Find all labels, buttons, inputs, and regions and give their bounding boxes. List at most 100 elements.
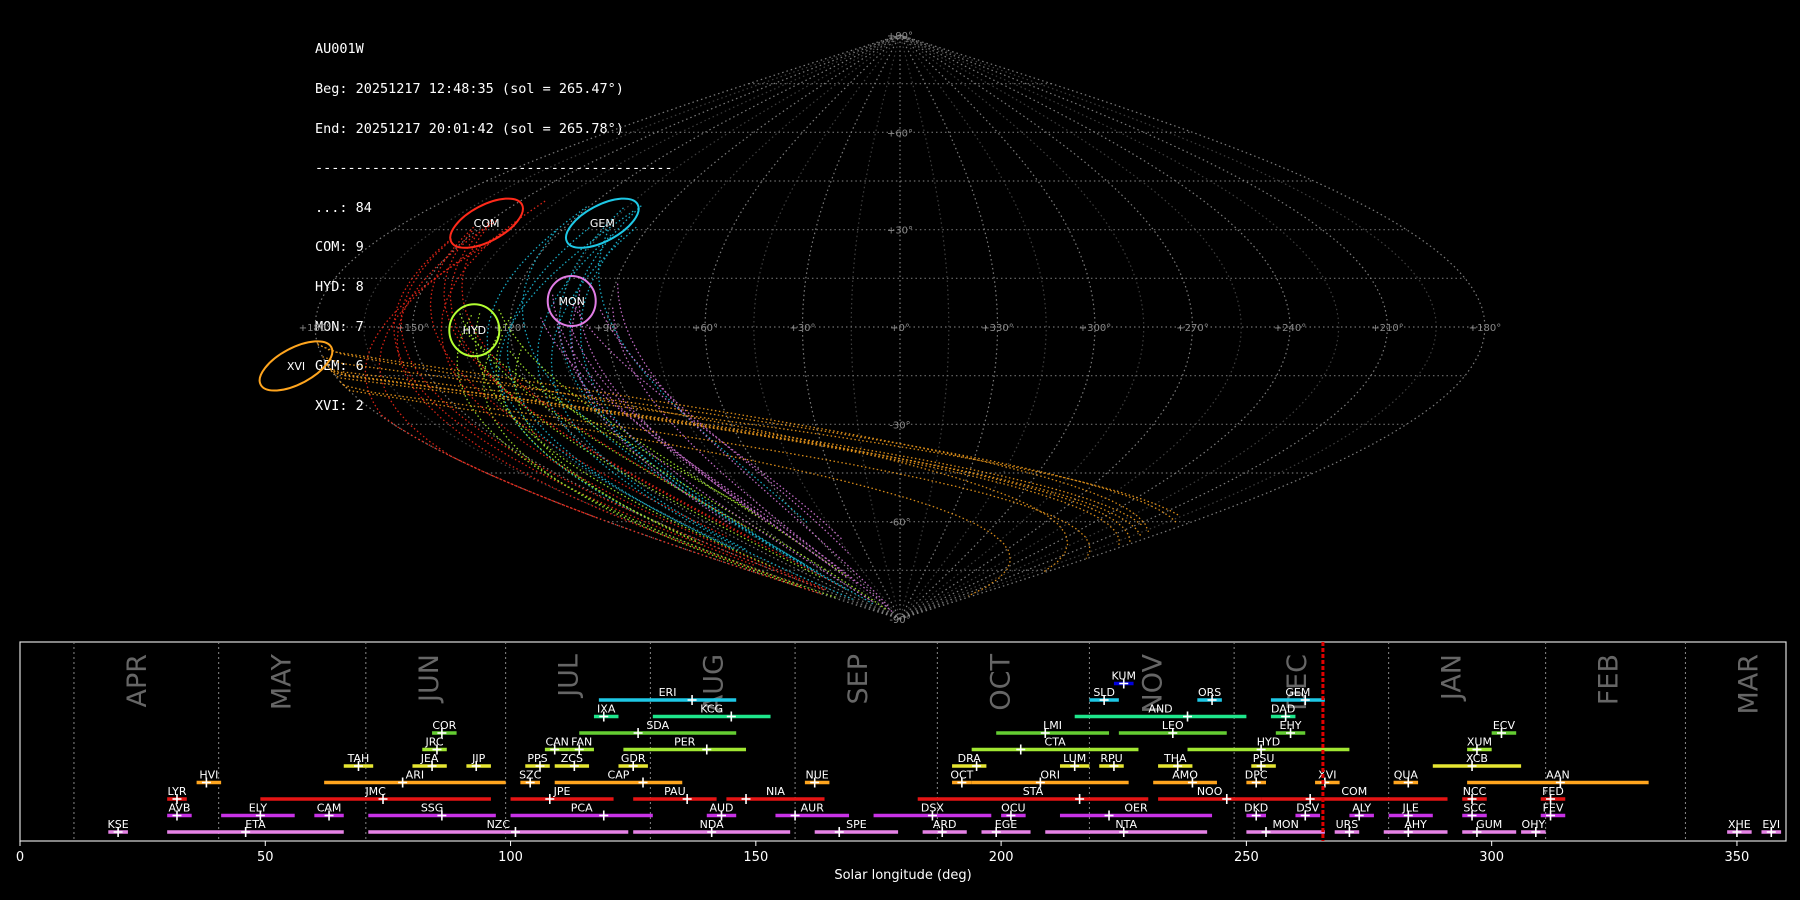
shower-label: ZCS — [561, 752, 583, 765]
x-tick-label: 100 — [498, 850, 523, 865]
shower-label: NTA — [1115, 818, 1137, 831]
shower-label: LMI — [1043, 719, 1062, 732]
x-tick-label: 50 — [257, 850, 274, 865]
month-label: SEP — [843, 654, 874, 704]
shower-label: GDR — [621, 752, 646, 765]
shower-label: NZC — [487, 818, 511, 831]
shower-label: NOO — [1197, 785, 1223, 798]
shower-label: LYR — [167, 785, 186, 798]
meteor-trail — [483, 316, 801, 588]
month-label: JUL — [554, 654, 585, 699]
x-tick-label: 0 — [16, 850, 24, 865]
shower-label: PER — [674, 736, 696, 749]
shower-label: KCG — [700, 703, 723, 716]
shower-timeline-chart: APR MAY JUN JUL AUG SEP OCT NOV DEC JAN FEB MARKUME… — [16, 641, 1787, 883]
meteor-trail — [568, 321, 831, 566]
shower-label: CAN — [545, 736, 568, 749]
shower-label: COR — [432, 719, 456, 732]
lon-tick-label: +30° — [789, 323, 815, 334]
shower-label: EGE — [995, 818, 1017, 831]
month-label: MAR — [1733, 654, 1764, 715]
meteor-trail — [571, 306, 732, 525]
shower-label: STA — [1023, 785, 1044, 798]
shower-label: DSX — [921, 802, 944, 815]
meteor-trail — [456, 314, 839, 599]
shower-label: THA — [1163, 752, 1187, 765]
lat-tick-label: -30° — [889, 420, 910, 431]
radiant-hyd: HYD — [448, 303, 501, 358]
lat-tick-label: +90° — [887, 31, 913, 42]
shower-label: CTA — [1045, 736, 1067, 749]
shower-label: FAN — [571, 736, 592, 749]
radiant-sky-map: +180° +150° +120° +90° +60° +30° +0° +330° +300°… — [258, 31, 1501, 626]
shower-label: HYD — [1257, 736, 1280, 749]
meteor-trail — [598, 229, 808, 523]
meteor-trail — [443, 230, 751, 538]
shower-label: SSG — [421, 802, 444, 815]
meteor-trail — [558, 207, 814, 571]
shower-label: PAU — [664, 785, 686, 798]
lon-tick-label: +180° — [299, 323, 331, 334]
shower-label: ORS — [1198, 686, 1221, 699]
meteor-trail — [317, 343, 1150, 533]
lat-tick-label: +30° — [887, 226, 913, 237]
shower-label: ELY — [249, 802, 268, 815]
shower-label: KUM — [1112, 670, 1136, 683]
lon-tick-label: +270° — [1176, 323, 1208, 334]
meteor-trail — [342, 371, 1181, 517]
shower-label: HVI — [199, 769, 218, 782]
month-label: APR — [122, 654, 153, 708]
shower-label: PCA — [571, 802, 593, 815]
shower-label: AAN — [1546, 769, 1570, 782]
shower-label: KSE — [108, 818, 129, 831]
shower-label: CAP — [608, 769, 630, 782]
x-tick-label: 250 — [1234, 850, 1259, 865]
month-label: JUN — [414, 654, 445, 704]
meteor-trail — [569, 205, 847, 591]
radiant-mon: MON — [546, 275, 597, 328]
x-tick-label: 150 — [743, 850, 768, 865]
shower-label: CAM — [317, 802, 342, 815]
meteor-trail — [599, 309, 850, 555]
shower-label: XHE — [1728, 818, 1751, 831]
shower-label: ARD — [933, 818, 957, 831]
radiant-label: XVI — [287, 360, 305, 373]
meteor-trail — [540, 317, 894, 613]
shower-label: PSU — [1253, 752, 1275, 765]
shower-label: ORI — [1040, 769, 1060, 782]
meteor-trail — [572, 304, 843, 540]
shower-label: URS — [1336, 818, 1359, 831]
shower-label: ALY — [1352, 802, 1371, 815]
shower-label: SCC — [1463, 802, 1486, 815]
meteor-trail — [495, 334, 697, 542]
meteor-trail — [393, 238, 755, 566]
shower-label: ERI — [659, 686, 677, 699]
shower-label: OCT — [950, 769, 973, 782]
shower-label: LUM — [1063, 752, 1086, 765]
meteor-trail — [322, 356, 1178, 524]
x-tick-label: 350 — [1725, 850, 1750, 865]
lat-tick-label: -60° — [889, 518, 910, 529]
shower-label: JEA — [420, 752, 439, 765]
shower-label: ECV — [1493, 719, 1516, 732]
month-label: MAY — [267, 654, 298, 711]
shower-label: COM — [1341, 785, 1367, 798]
lon-tick-label: +240° — [1274, 323, 1306, 334]
shower-label: NCC — [1463, 785, 1487, 798]
shower-label: FEV — [1543, 802, 1564, 815]
shower-label: JIP — [471, 752, 485, 765]
shower-label: SPE — [846, 818, 867, 831]
shower-label: AHY — [1404, 818, 1427, 831]
radiant-label: MON — [559, 295, 585, 308]
shower-label: ETA — [245, 818, 266, 831]
shower-label: NUE — [806, 769, 829, 782]
shower-label: DAD — [1271, 703, 1295, 716]
lat-tick-label: -90° — [889, 615, 910, 626]
lon-tick-label: +300° — [1079, 323, 1111, 334]
lon-tick-label: +210° — [1371, 323, 1403, 334]
meteor-trail — [396, 220, 800, 586]
lon-tick-label: +60° — [692, 323, 718, 334]
radiant-label: HYD — [463, 324, 486, 337]
shower-label: EHY — [1280, 719, 1302, 732]
shower-label: AMO — [1172, 769, 1198, 782]
